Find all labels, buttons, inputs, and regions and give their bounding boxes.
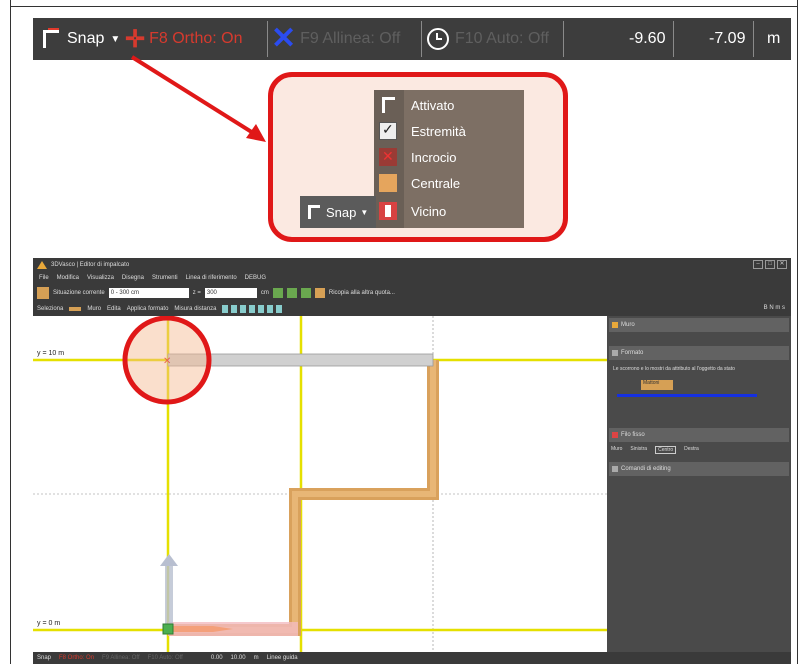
toolbar-right-tools: B N m s	[763, 305, 785, 311]
minimize-button[interactable]: –	[753, 260, 763, 269]
menu-linea-riferimento[interactable]: Linea di riferimento	[186, 275, 237, 281]
thread-section-header[interactable]: Filo fisso	[609, 428, 789, 442]
copy-icon	[314, 288, 325, 298]
section-select[interactable]: 0 - 300 cm	[108, 288, 189, 298]
status-align[interactable]: F9 Allinea: Off	[102, 655, 140, 661]
label-y0: y = 0 m	[37, 620, 61, 627]
menu-visualizza[interactable]: Visualizza	[87, 275, 114, 281]
status-guides[interactable]: Linee guida	[267, 655, 298, 661]
format-hint: Le scorrono e lo mostri da attributo al …	[613, 366, 735, 372]
thread-option-centro[interactable]: Centro	[655, 446, 677, 454]
thread-option-muro: Muro	[611, 446, 623, 452]
menu-strumenti[interactable]: Strumenti	[152, 275, 178, 281]
highlight-circle	[122, 316, 212, 405]
z-input[interactable]: 300	[204, 288, 257, 298]
plan-drawing[interactable]: ✕	[33, 316, 607, 652]
tool-icons-group[interactable]	[222, 305, 283, 313]
window-title: 3DVasco | Editor di impalcato	[51, 262, 130, 268]
label-y10: y = 10 m	[37, 350, 65, 357]
properties-panel: Muro Formato Le scorrono e lo mostri da …	[607, 316, 791, 652]
menu-disegna[interactable]: Disegna	[122, 275, 144, 281]
edit-toolbar: Seleziona Muro Edita Applica formato Mis…	[33, 302, 791, 316]
drawing-canvas[interactable]: ✕ y = 10 m y = 0 m	[33, 316, 607, 652]
arrow-line	[130, 55, 260, 138]
format-line	[617, 394, 757, 397]
wall-icon	[612, 322, 618, 328]
direction-arrow-y	[165, 566, 173, 626]
format-section-header[interactable]: Formato	[609, 346, 789, 360]
app-logo-icon	[37, 261, 47, 269]
menu-debug[interactable]: DEBUG	[245, 275, 266, 281]
close-button[interactable]: ✕	[777, 260, 787, 269]
status-y: 10.00	[230, 655, 246, 661]
title-bar: 3DVasco | Editor di impalcato – □ ✕	[33, 258, 791, 272]
status-snap[interactable]: Snap	[37, 655, 51, 661]
thread-icon	[612, 432, 618, 438]
menu-bar: File Modifica Visualizza Disegna Strumen…	[33, 272, 791, 284]
origin-marker	[162, 623, 174, 635]
status-ortho[interactable]: F8 Ortho: On	[59, 655, 94, 661]
status-x: 0.00	[210, 655, 223, 661]
status-auto[interactable]: F10 Auto: Off	[148, 655, 183, 661]
arrow-head	[246, 124, 266, 142]
direction-arrow-y-head	[160, 554, 178, 566]
z-label: z =	[192, 290, 201, 296]
thread-option-sinistra[interactable]: Sinistra	[630, 446, 647, 454]
commands-section-header[interactable]: Comandi di editing	[609, 462, 789, 476]
level-add-icon[interactable]	[300, 288, 311, 298]
app-window: 3DVasco | Editor di impalcato – □ ✕ File…	[33, 258, 791, 664]
apply-format-tool[interactable]: Applica formato	[127, 306, 169, 312]
wall-icon	[69, 307, 82, 311]
maximize-button[interactable]: □	[765, 260, 775, 269]
section-icon	[612, 466, 618, 472]
panel-header: Muro	[609, 318, 789, 332]
main-toolbar: Situazione corrente 0 - 300 cm z = 300 c…	[33, 284, 791, 302]
menu-file[interactable]: File	[39, 275, 49, 281]
section-label: Situazione corrente	[53, 290, 105, 296]
section-icon	[612, 350, 618, 356]
z-unit: cm	[260, 290, 269, 296]
select-tool[interactable]: Seleziona	[37, 306, 63, 312]
wall-tool[interactable]: Muro	[87, 306, 101, 312]
status-unit: m	[253, 655, 259, 661]
section-icon	[37, 287, 49, 299]
level-down-icon[interactable]	[286, 288, 297, 298]
thread-options: Muro Sinistra Centro Destra	[611, 446, 699, 454]
format-swatch[interactable]: Mattoni	[641, 380, 673, 390]
thread-option-destra[interactable]: Destra	[684, 446, 699, 454]
copy-button[interactable]: Ricopia alla altra quota...	[329, 290, 395, 296]
level-up-icon[interactable]	[272, 288, 283, 298]
menu-modifica[interactable]: Modifica	[57, 275, 79, 281]
bottom-status-bar: Snap F8 Ortho: On F9 Allinea: Off F10 Au…	[33, 652, 791, 664]
measure-tool[interactable]: Misura distanza	[174, 306, 216, 312]
edit-tool[interactable]: Edita	[107, 306, 121, 312]
